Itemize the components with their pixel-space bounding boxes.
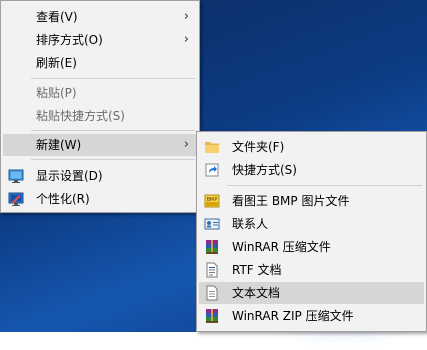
- desktop-context-menu: 查看(V) › 排序方式(O) › 刷新(E) 粘贴(P) 粘贴快捷方式(S) …: [0, 0, 200, 213]
- menu-separator: [31, 130, 195, 131]
- menu-item-paste: 粘贴(P): [3, 82, 197, 104]
- menu-separator: [31, 159, 195, 160]
- menu-item-label: RTF 文档: [232, 263, 282, 277]
- submenu-item-bmp-image[interactable]: BMP 看图王 BMP 图片文件: [199, 190, 424, 212]
- menu-item-sort-by[interactable]: 排序方式(O) ›: [3, 29, 197, 51]
- menu-item-label: 粘贴(P): [36, 86, 77, 100]
- menu-item-label: 排序方式(O): [36, 33, 103, 47]
- menu-item-label: 个性化(R): [36, 192, 90, 206]
- submenu-item-rtf-document[interactable]: RTF 文档: [199, 259, 424, 281]
- menu-item-paste-shortcut: 粘贴快捷方式(S): [3, 105, 197, 127]
- submenu-item-winrar-zip[interactable]: WinRAR ZIP 压缩文件: [199, 305, 424, 327]
- menu-item-personalize[interactable]: 个性化(R): [3, 188, 197, 210]
- menu-item-label: 粘贴快捷方式(S): [36, 109, 125, 123]
- menu-item-label: 显示设置(D): [36, 169, 103, 183]
- menu-item-label: WinRAR ZIP 压缩文件: [232, 309, 354, 323]
- submenu-item-text-document[interactable]: 文本文档: [199, 282, 424, 304]
- chevron-right-icon: ›: [183, 32, 189, 47]
- menu-item-view[interactable]: 查看(V) ›: [3, 6, 197, 28]
- contact-card-icon: [204, 218, 220, 230]
- menu-item-label: 新建(W): [36, 138, 82, 152]
- menu-item-label: 看图王 BMP 图片文件: [232, 194, 350, 208]
- text-document-icon: [206, 285, 218, 301]
- menu-separator: [227, 185, 422, 186]
- bmp-image-icon: BMP: [204, 194, 220, 208]
- menu-item-refresh[interactable]: 刷新(E): [3, 52, 197, 74]
- submenu-item-folder[interactable]: 文件夹(F): [199, 136, 424, 158]
- winrar-zip-icon: [206, 309, 218, 323]
- submenu-item-winrar-archive[interactable]: WinRAR 压缩文件: [199, 236, 424, 258]
- menu-item-label: 联系人: [232, 217, 269, 231]
- new-submenu: 文件夹(F) 快捷方式(S) BMP 看图王 BMP 图片文件 联系人 WinR…: [196, 131, 427, 332]
- rtf-document-icon: [206, 262, 218, 278]
- menu-item-label: 文件夹(F): [232, 140, 285, 154]
- menu-item-label: WinRAR 压缩文件: [232, 240, 331, 254]
- shortcut-icon: [205, 163, 219, 177]
- personalize-icon: [8, 192, 24, 206]
- svg-text:BMP: BMP: [207, 197, 218, 203]
- folder-icon: [205, 142, 219, 153]
- menu-item-new[interactable]: 新建(W) ›: [3, 134, 197, 156]
- menu-item-label: 快捷方式(S): [232, 163, 297, 177]
- display-settings-icon: [8, 169, 24, 183]
- chevron-right-icon: ›: [183, 9, 189, 24]
- chevron-right-icon: ›: [183, 137, 189, 152]
- menu-item-label: 文本文档: [232, 286, 281, 300]
- submenu-item-contact[interactable]: 联系人: [199, 213, 424, 235]
- menu-item-label: 刷新(E): [36, 56, 77, 70]
- winrar-archive-icon: [206, 240, 218, 254]
- submenu-item-shortcut[interactable]: 快捷方式(S): [199, 159, 424, 181]
- menu-item-display-settings[interactable]: 显示设置(D): [3, 165, 197, 187]
- menu-separator: [31, 78, 195, 79]
- menu-item-label: 查看(V): [36, 10, 78, 24]
